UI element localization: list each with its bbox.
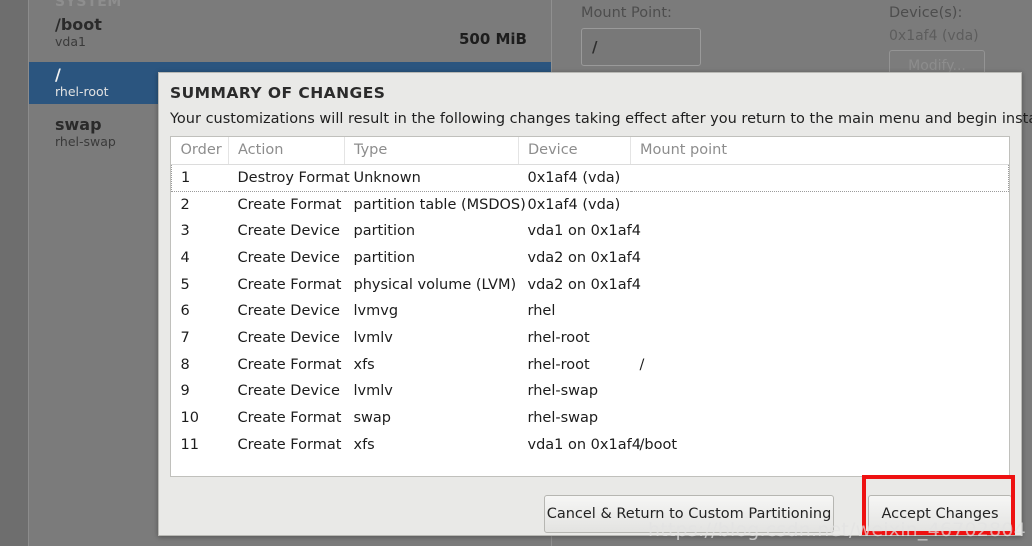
cell-action: Create Format	[237, 436, 342, 453]
summary-of-changes-dialog: SUMMARY OF CHANGES Your customizations w…	[158, 72, 1032, 536]
cell-device: rhel-root	[527, 329, 590, 346]
cell-mount-point	[631, 245, 1009, 272]
cell-mount-point	[631, 378, 1009, 405]
mount-point-label: Mount Point:	[581, 5, 672, 21]
cell-mount-point: /boot	[639, 436, 678, 453]
cell-type: xfs	[353, 356, 375, 373]
cell-device: rhel-swap	[527, 410, 599, 427]
changes-table-container[interactable]: Order Action Type Device Mount point 1 De…	[170, 136, 1010, 477]
cell-mount-point	[631, 298, 1009, 325]
dialog-description: Your customizations will result in the f…	[170, 111, 1032, 127]
column-header-action[interactable]: Action	[228, 137, 345, 165]
watermark-text: https://blog.csdn.net/weixin_46702804	[648, 519, 1026, 541]
screen-root: SYSTEM /boot vda1 500 MiB / rhel-root sw…	[0, 0, 1032, 546]
mount-point-value: /	[592, 38, 598, 56]
cell-type: lvmvg	[353, 303, 399, 320]
left-gutter	[0, 0, 28, 546]
cell-device: rhel-swap	[527, 383, 599, 400]
mount-point-input[interactable]: /	[581, 28, 701, 66]
cell-action: Create Device	[237, 383, 340, 400]
cell-type: swap	[353, 410, 392, 427]
table-row[interactable]: 5 Create Format physical volume (LVM) vda2 …	[172, 271, 1009, 298]
changes-table-body: 1 Destroy Format Unknown 0x1af4 (vda) 2 Creat…	[171, 164, 1009, 459]
table-row[interactable]: 7 Create Device lvmlv rhel-root	[172, 325, 1009, 352]
cell-order: 7	[180, 329, 190, 346]
cell-order: 1	[171, 164, 229, 192]
cell-order: 11	[180, 436, 199, 453]
cell-device: 0x1af4 (vda)	[518, 164, 631, 192]
cell-action: Create Device	[237, 249, 340, 266]
table-row[interactable]: 9 Create Device lvmlv rhel-swap	[172, 378, 1009, 405]
table-row[interactable]: 1 Destroy Format Unknown 0x1af4 (vda)	[171, 164, 1009, 192]
cell-device: vda2 on 0x1af4	[527, 276, 641, 293]
cell-order: 4	[180, 249, 190, 266]
cell-order: 6	[180, 303, 190, 320]
column-header-type[interactable]: Type	[344, 137, 519, 165]
cell-order: 5	[180, 276, 190, 293]
table-row[interactable]: 3 Create Device partition vda1 on 0x1af4	[172, 218, 1009, 245]
table-row[interactable]: 2 Create Format partition table (MSDOS) 0x1…	[172, 191, 1009, 218]
cell-mount-point: /	[639, 356, 645, 373]
table-row[interactable]: 4 Create Device partition vda2 on 0x1af4	[172, 245, 1009, 272]
changes-table-head: Order Action Type Device Mount point	[171, 137, 1009, 165]
cell-type: Unknown	[344, 164, 519, 192]
device-row-boot[interactable]: /boot vda1 500 MiB	[29, 12, 551, 54]
cell-type: xfs	[353, 436, 375, 453]
cell-action: Create Format	[237, 276, 342, 293]
cell-mount-point	[631, 218, 1009, 245]
table-row[interactable]: 10 Create Format swap rhel-swap	[172, 405, 1009, 432]
cell-action: Create Device	[237, 303, 340, 320]
changes-table: Order Action Type Device Mount point 1 De…	[171, 137, 1009, 458]
table-row[interactable]: 8 Create Format xfs rhel-root /	[172, 351, 1009, 378]
devices-value: 0x1af4 (vda)	[889, 28, 979, 44]
cell-device: vda1 on 0x1af4	[527, 223, 641, 240]
devices-label: Device(s):	[889, 5, 963, 21]
cell-type: lvmlv	[353, 329, 393, 346]
cell-type: partition table (MSDOS)	[353, 196, 526, 213]
cell-order: 8	[180, 356, 190, 373]
cell-order: 10	[180, 410, 199, 427]
cell-action: Create Device	[237, 329, 340, 346]
cell-action: Create Format	[237, 356, 342, 373]
cell-action: Destroy Format	[228, 164, 350, 192]
cell-type: lvmlv	[353, 383, 393, 400]
cell-mount-point	[630, 164, 1009, 192]
cell-action: Create Format	[237, 196, 342, 213]
cell-device: rhel	[527, 303, 556, 320]
cell-mount-point	[631, 325, 1009, 352]
cell-type: partition	[353, 249, 416, 266]
dialog-title: SUMMARY OF CHANGES	[170, 84, 386, 102]
table-row[interactable]: 6 Create Device lvmvg rhel	[172, 298, 1009, 325]
cell-action: Create Format	[237, 410, 342, 427]
cell-mount-point	[631, 405, 1009, 432]
cell-device: vda1 on 0x1af4	[527, 436, 641, 453]
changes-table-header-row: Order Action Type Device Mount point	[171, 137, 1009, 165]
section-header-system: SYSTEM	[55, 0, 122, 10]
cell-order: 3	[180, 223, 190, 240]
device-size: 500 MiB	[458, 30, 527, 48]
column-header-mount-point[interactable]: Mount point	[630, 137, 1009, 165]
cell-mount-point	[631, 271, 1009, 298]
column-header-order[interactable]: Order	[171, 137, 229, 165]
cell-action: Create Device	[237, 223, 340, 240]
cell-device: vda2 on 0x1af4	[527, 249, 641, 266]
table-row[interactable]: 11 Create Format xfs vda1 on 0x1af4/boot	[172, 431, 1009, 458]
cell-device: 0x1af4 (vda)	[527, 196, 621, 213]
cell-order: 9	[180, 383, 190, 400]
cell-type: physical volume (LVM)	[353, 276, 517, 293]
cell-type: partition	[353, 223, 416, 240]
cell-mount-point	[631, 191, 1009, 218]
cell-device: rhel-root	[527, 356, 590, 373]
cell-order: 2	[180, 196, 190, 213]
column-header-device[interactable]: Device	[518, 137, 631, 165]
